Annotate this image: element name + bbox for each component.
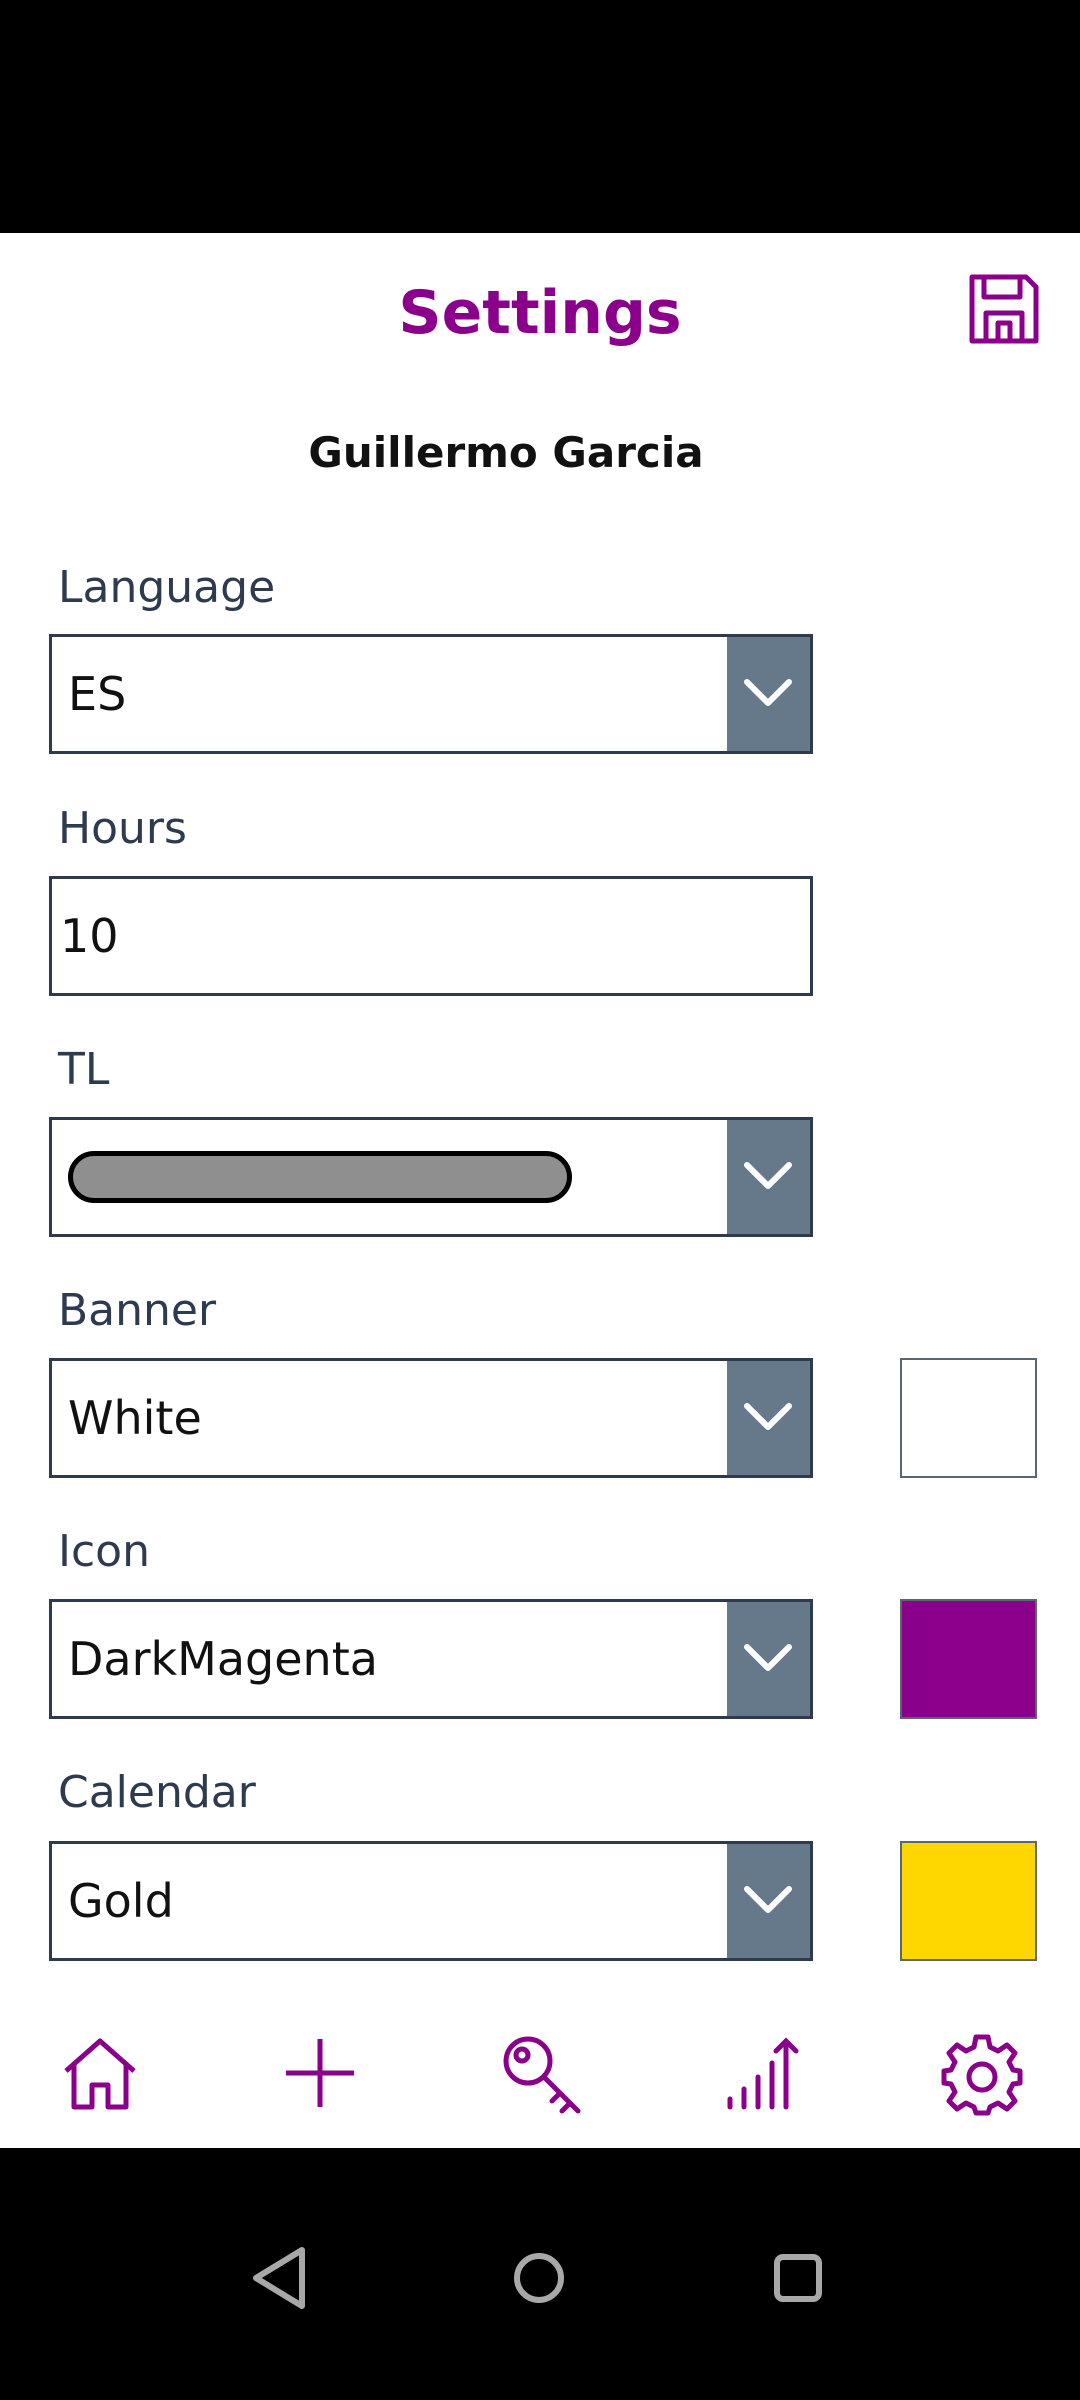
system-back-button[interactable] bbox=[230, 2228, 330, 2328]
system-home-button[interactable] bbox=[489, 2228, 589, 2328]
page-title: Settings bbox=[398, 278, 682, 348]
banner-label: Banner bbox=[58, 1285, 217, 1336]
tl-dropdown[interactable] bbox=[49, 1117, 813, 1237]
banner-color-swatch bbox=[900, 1358, 1037, 1478]
chart-icon bbox=[727, 2037, 799, 2110]
user-name: Guillermo Garcia bbox=[308, 428, 704, 477]
bottom-tab-bar bbox=[0, 2018, 1080, 2148]
tl-label: TL bbox=[58, 1044, 110, 1095]
chevron-down-icon bbox=[744, 679, 792, 706]
app-screen: Settings Guillermo Garcia Language ES Ho… bbox=[0, 233, 1080, 2148]
gear-icon bbox=[941, 2034, 1023, 2116]
banner-value: White bbox=[68, 1391, 202, 1445]
chevron-down-icon bbox=[744, 1886, 792, 1913]
hours-input[interactable]: 10 bbox=[49, 876, 813, 996]
key-icon bbox=[503, 2036, 581, 2114]
tab-key[interactable] bbox=[475, 2018, 605, 2148]
home-circle-icon bbox=[514, 2253, 564, 2303]
icon-label: Icon bbox=[58, 1526, 150, 1577]
calendar-color-value: Gold bbox=[68, 1874, 174, 1928]
status-bar bbox=[0, 0, 1080, 233]
system-navigation-bar bbox=[0, 2148, 1080, 2400]
language-dropdown-button[interactable] bbox=[727, 637, 810, 751]
back-icon bbox=[253, 2247, 305, 2309]
banner-dropdown-button[interactable] bbox=[727, 1361, 810, 1475]
save-icon bbox=[969, 274, 1039, 344]
icon-color-dropdown[interactable]: DarkMagenta bbox=[49, 1599, 813, 1719]
banner-dropdown[interactable]: White bbox=[49, 1358, 813, 1478]
language-dropdown[interactable]: ES bbox=[49, 634, 813, 754]
tl-dropdown-button[interactable] bbox=[727, 1120, 810, 1234]
icon-color-value: DarkMagenta bbox=[68, 1632, 378, 1686]
calendar-color-dropdown-button[interactable] bbox=[727, 1844, 810, 1958]
home-icon bbox=[64, 2038, 136, 2110]
tab-home[interactable] bbox=[35, 2018, 165, 2148]
hours-value: 10 bbox=[60, 909, 119, 963]
calendar-label: Calendar bbox=[58, 1767, 256, 1818]
chevron-down-icon bbox=[744, 1644, 792, 1671]
system-recents-button[interactable] bbox=[748, 2228, 848, 2328]
recents-icon bbox=[774, 2254, 822, 2302]
plus-icon bbox=[286, 2039, 354, 2107]
icon-color-dropdown-button[interactable] bbox=[727, 1602, 810, 1716]
language-value: ES bbox=[68, 667, 127, 721]
hours-label: Hours bbox=[58, 803, 187, 854]
chevron-down-icon bbox=[744, 1403, 792, 1430]
calendar-color-swatch bbox=[900, 1841, 1037, 1961]
chevron-down-icon bbox=[744, 1162, 792, 1189]
tab-add[interactable] bbox=[255, 2018, 385, 2148]
save-button[interactable] bbox=[966, 271, 1042, 347]
tab-settings[interactable] bbox=[915, 2018, 1045, 2148]
language-label: Language bbox=[58, 562, 276, 613]
tab-statistics[interactable] bbox=[695, 2018, 825, 2148]
tl-selected-indicator bbox=[68, 1151, 572, 1203]
calendar-color-dropdown[interactable]: Gold bbox=[49, 1841, 813, 1961]
icon-color-swatch bbox=[900, 1599, 1037, 1719]
